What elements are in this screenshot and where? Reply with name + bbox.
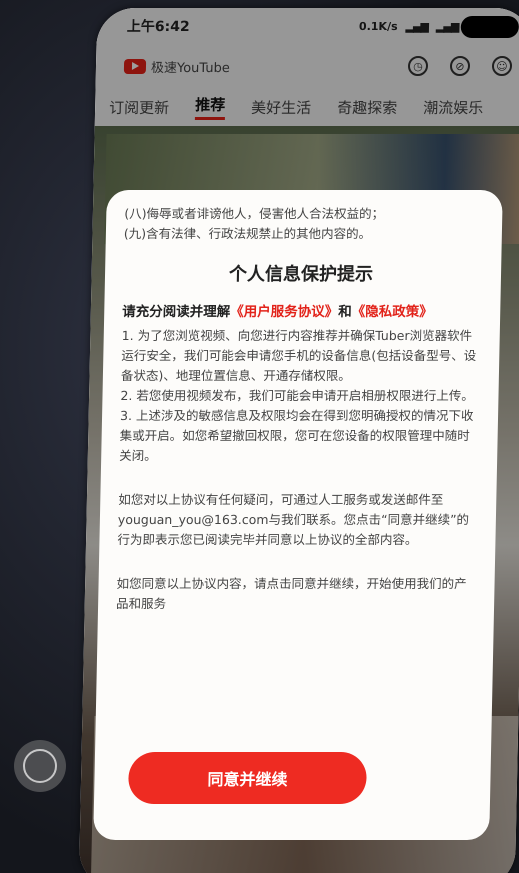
contact-text: 如您对以上协议有任何疑问，可通过人工服务或发送邮件至youguan_you@16… [117, 492, 470, 547]
agree-continue-button[interactable]: 同意并继续 [127, 752, 368, 804]
consent-text: 如您同意以上协议内容，请点击同意并继续，开始使用我们的产品和服务 [115, 576, 467, 611]
terms-line-9: (九)含有法律、行政法规禁止的其他内容的。 [123, 226, 372, 241]
permission-item-1: 1. 为了您浏览视频、向您进行内容推荐并确保Tuber浏览器软件运行安全，我们可… [120, 328, 477, 383]
intro-prefix: 请充分阅读并理解 [122, 304, 231, 320]
permission-item-3: 3. 上述涉及的敏感信息及权限均会在得到您明确授权的情况下收集或开启。如您希望撤… [119, 408, 474, 463]
dialog-title: 个人信息保护提示 [228, 264, 374, 285]
terms-line-8: (八)侮辱或者诽谤他人，侵害他人合法权益的； [124, 206, 385, 221]
previous-terms: (八)侮辱或者诽谤他人，侵害他人合法权益的； (九)含有法律、行政法规禁止的其他… [124, 204, 481, 244]
privacy-policy-link[interactable]: 《隐私政策》 [352, 304, 433, 320]
permission-item-2: 2. 若您使用视频发布，我们可能会申请开启相册权限进行上传。 [120, 388, 475, 403]
dialog-intro: 请充分阅读并理解《用户服务协议》和《隐私政策》 [122, 300, 478, 320]
assistive-touch-button[interactable] [14, 740, 66, 792]
user-agreement-link[interactable]: 《用户服务协议》 [230, 304, 338, 320]
privacy-dialog: (八)侮辱或者诽谤他人，侵害他人合法权益的； (九)含有法律、行政法规禁止的其他… [93, 190, 503, 840]
intro-and: 和 [338, 304, 352, 320]
